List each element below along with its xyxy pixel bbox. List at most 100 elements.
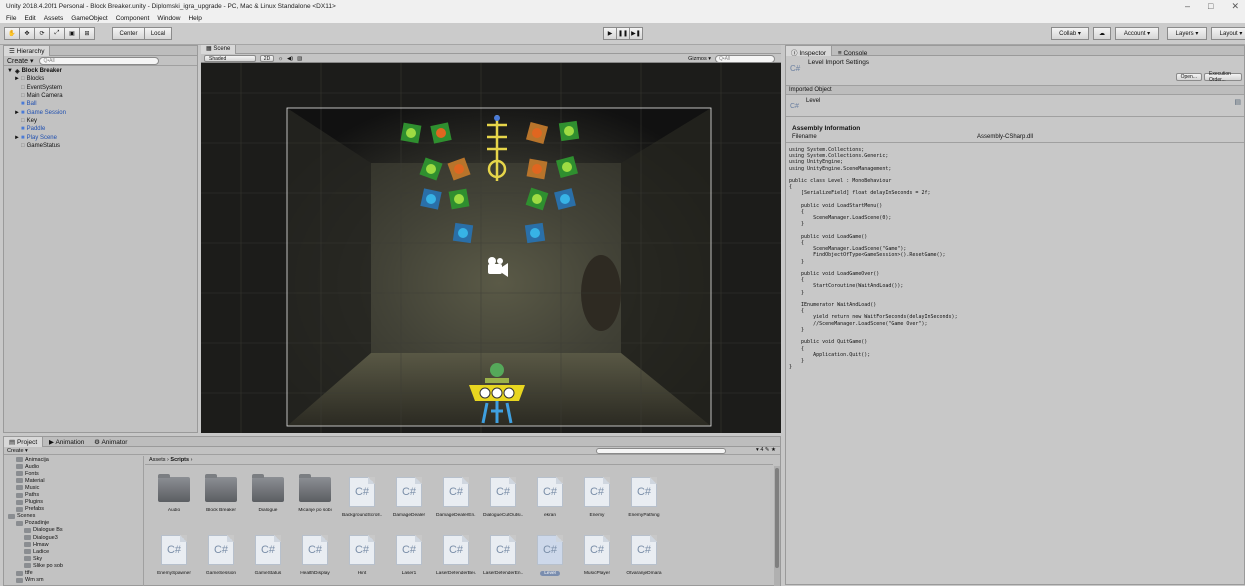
scrollbar-thumb[interactable] — [775, 468, 779, 568]
project-create-button[interactable]: Create ▾ — [7, 448, 28, 454]
hierarchy-item[interactable]: □ Key — [7, 117, 194, 125]
project-folder-item[interactable]: ttfe — [4, 570, 143, 577]
asset-item[interactable]: C# LaserDefenderEn... — [483, 535, 523, 576]
asset-item[interactable]: C# DamageDealer — [389, 477, 429, 518]
effects-icon[interactable]: ▧ — [297, 56, 302, 62]
project-folder-item[interactable]: Scenes — [4, 513, 143, 520]
asset-item[interactable]: Micanje po sobi — [295, 474, 335, 518]
move-tool-icon[interactable]: ✥ — [19, 27, 35, 40]
hierarchy-item[interactable]: □ Main Camera — [7, 92, 194, 100]
project-search-input[interactable] — [596, 448, 726, 454]
close-button[interactable]: ✕ — [1231, 1, 1239, 12]
menu-item-file[interactable]: File — [6, 15, 16, 22]
asset-item[interactable]: C# LaserDefenderBei... — [436, 535, 476, 576]
2d-toggle[interactable]: 2D — [260, 55, 274, 62]
hierarchy-create-button[interactable]: Create ▾ — [7, 57, 33, 65]
project-folder-item[interactable]: Plugins — [4, 499, 143, 506]
menu-item-help[interactable]: Help — [188, 15, 201, 22]
asset-item[interactable]: C# DamageDealerEn... — [436, 477, 476, 518]
asset-item[interactable]: Block Breaker — [201, 474, 241, 518]
project-folder-item[interactable]: Material — [4, 477, 143, 484]
project-folder-item[interactable]: Audio — [4, 463, 143, 470]
pivot-local-button[interactable]: Local — [144, 27, 172, 40]
rect-tool-icon[interactable]: ▣ — [64, 27, 80, 40]
layout-dropdown[interactable]: Layout ▾ — [1211, 27, 1245, 40]
asset-item[interactable]: C# Hint — [342, 535, 382, 576]
lighting-icon[interactable]: ☼ — [278, 56, 283, 62]
expand-arrow-icon[interactable]: ▼ — [7, 68, 13, 74]
asset-item[interactable]: C# Laser1 — [389, 535, 429, 576]
step-icon[interactable]: ▶❚ — [629, 27, 643, 40]
project-folder-item[interactable]: Music — [4, 484, 143, 491]
project-folder-item[interactable]: Prefabs — [4, 506, 143, 513]
project-folder-item[interactable]: Animacija — [4, 456, 143, 463]
project-folder-item[interactable]: Hmaw — [4, 541, 143, 548]
tab-animation[interactable]: ▶ Animation — [45, 438, 88, 447]
collab-button[interactable]: Collab ▾ — [1051, 27, 1089, 40]
shading-mode-dropdown[interactable]: Shaded — [204, 55, 256, 62]
account-button[interactable]: Account ▾ — [1115, 27, 1159, 40]
open-button[interactable]: Open... — [1175, 73, 1202, 81]
asset-item[interactable]: Dialogue — [248, 474, 288, 518]
project-folder-item[interactable]: Paths — [4, 491, 143, 498]
breadcrumb-assets[interactable]: Assets — [149, 457, 166, 463]
minimize-button[interactable]: – — [1185, 1, 1190, 12]
play-icon[interactable]: ▶ — [603, 27, 617, 40]
project-folder-item[interactable]: Ladice — [4, 548, 143, 555]
hierarchy-item[interactable]: ■ Ball — [7, 100, 194, 108]
layers-dropdown[interactable]: Layers ▾ — [1167, 27, 1207, 40]
scene-search-input[interactable]: Q•All — [715, 54, 775, 63]
scale-tool-icon[interactable]: ⤢ — [49, 27, 65, 40]
hierarchy-item[interactable]: ► ■ Play Scene — [7, 133, 194, 141]
maximize-button[interactable]: □ — [1208, 1, 1213, 12]
asset-item[interactable]: C# GameStatus — [248, 535, 288, 576]
cloud-icon[interactable]: ☁ — [1093, 27, 1111, 40]
hierarchy-item[interactable]: ► □ Blocks — [7, 75, 194, 83]
expand-arrow-icon[interactable]: ► — [14, 76, 21, 82]
pause-icon[interactable]: ❚❚ — [616, 27, 630, 40]
asset-item[interactable]: C# BackgroundScroll... — [342, 477, 382, 518]
scene-viewport[interactable] — [201, 63, 781, 433]
menu-item-assets[interactable]: Assets — [44, 15, 64, 22]
hierarchy-item[interactable]: □ EventSystem — [7, 84, 194, 92]
asset-item[interactable]: C# EnemyPathing — [624, 477, 664, 518]
project-folder-item[interactable]: Dialogue3 — [4, 534, 143, 541]
hierarchy-search-input[interactable]: Q•All — [39, 56, 160, 65]
rotate-tool-icon[interactable]: ⟳ — [34, 27, 50, 40]
gizmos-dropdown[interactable]: Gizmos ▾ — [688, 56, 711, 62]
pivot-center-button[interactable]: Center — [112, 27, 145, 40]
hierarchy-item[interactable]: □ GameStatus — [7, 142, 194, 150]
scene-root-row[interactable]: ▼ ◈ Block Breaker — [7, 67, 194, 75]
expand-arrow-icon[interactable]: ► — [14, 135, 21, 141]
project-folder-item[interactable]: Wm sm — [4, 577, 143, 584]
tab-hierarchy[interactable]: ☰ Hierarchy — [4, 46, 51, 56]
asset-item[interactable]: C# Enemy — [577, 477, 617, 518]
asset-item[interactable]: C# HealthDisplay — [295, 535, 335, 576]
object-settings-icon[interactable]: ▤ — [1234, 98, 1241, 106]
hierarchy-item[interactable]: ► ■ Game Session — [7, 108, 194, 116]
project-folder-item[interactable]: Dialogue Bs — [4, 527, 143, 534]
audio-icon[interactable]: ◀) — [287, 56, 293, 62]
project-folder-item[interactable]: Slike po sob — [4, 562, 143, 569]
asset-item[interactable]: C# EnemySpawner — [154, 535, 194, 576]
tab-scene[interactable]: ▦ Scene — [201, 45, 237, 54]
tab-animator[interactable]: ⚙ Animator — [90, 438, 131, 447]
project-folder-item[interactable]: Sky — [4, 555, 143, 562]
tab-inspector[interactable]: ⓘ Inspector — [786, 46, 833, 57]
menu-item-gameobject[interactable]: GameObject — [71, 15, 108, 22]
hand-tool-icon[interactable]: ✋ — [4, 27, 20, 40]
execution-order-button[interactable]: Execution Order... — [1204, 71, 1242, 83]
expand-arrow-icon[interactable]: ► — [14, 110, 21, 116]
project-filter-icons[interactable]: ▾ 4 ✎ ★ — [756, 447, 776, 453]
hierarchy-item[interactable]: ■ Paddle — [7, 125, 194, 133]
asset-item[interactable]: C# Level — [530, 535, 570, 576]
tab-project[interactable]: ▤ Project — [4, 437, 44, 447]
breadcrumb-scripts[interactable]: Scripts — [170, 457, 189, 463]
asset-item[interactable]: C# OtvaranjeDmara — [624, 535, 664, 576]
menu-item-component[interactable]: Component — [116, 15, 150, 22]
project-folder-item[interactable]: Fonts — [4, 470, 143, 477]
asset-item[interactable]: C# DialogueCutOutsi... — [483, 477, 523, 518]
asset-item[interactable]: C# MusicPlayer — [577, 535, 617, 576]
asset-item[interactable]: C# GameSession — [201, 535, 241, 576]
asset-item[interactable]: C# ekran — [530, 477, 570, 518]
